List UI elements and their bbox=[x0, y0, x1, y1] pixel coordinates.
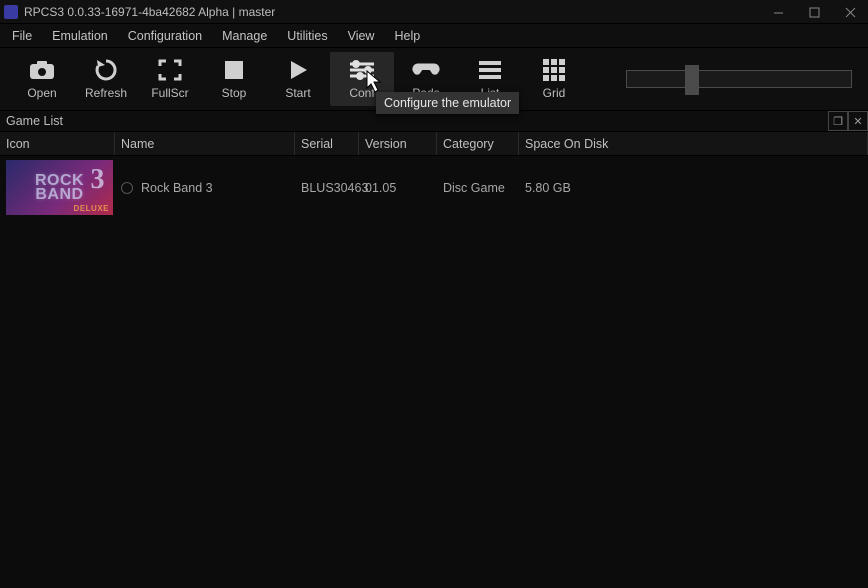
column-version[interactable]: Version bbox=[359, 132, 437, 155]
icon-size-slider[interactable] bbox=[626, 57, 858, 101]
tooltip: Configure the emulator bbox=[376, 92, 519, 114]
game-icon-deluxe: DELUXE bbox=[74, 204, 109, 213]
config-label: Conf bbox=[349, 86, 374, 100]
menu-view[interactable]: View bbox=[338, 24, 385, 47]
game-icon: ROCK BAND 3 DELUXE bbox=[6, 160, 113, 215]
game-serial: BLUS30463 bbox=[295, 177, 359, 199]
list-icon bbox=[476, 58, 504, 82]
game-space: 5.80 GB bbox=[519, 177, 868, 199]
close-button[interactable] bbox=[832, 0, 868, 24]
slider-thumb[interactable] bbox=[685, 65, 699, 95]
start-button[interactable]: Start bbox=[266, 52, 330, 106]
menu-file[interactable]: File bbox=[2, 24, 42, 47]
disc-icon bbox=[121, 182, 133, 194]
grid-icon bbox=[540, 58, 568, 82]
fullscreen-label: FullScr bbox=[151, 86, 188, 100]
panel-detach-button[interactable]: ❐ bbox=[828, 111, 848, 131]
app-icon bbox=[4, 5, 18, 19]
menu-manage[interactable]: Manage bbox=[212, 24, 277, 47]
column-name[interactable]: Name bbox=[115, 132, 295, 155]
panel-title: Game List bbox=[6, 114, 63, 128]
start-label: Start bbox=[285, 86, 310, 100]
game-icon-text-bottom: BAND bbox=[35, 186, 83, 203]
open-label: Open bbox=[27, 86, 56, 100]
titlebar: RPCS3 0.0.33-16971-4ba42682 Alpha | mast… bbox=[0, 0, 868, 24]
play-icon bbox=[284, 58, 312, 82]
camera-icon bbox=[28, 58, 56, 82]
minimize-button[interactable] bbox=[760, 0, 796, 24]
game-icon-number: 3 bbox=[91, 164, 106, 196]
game-row[interactable]: ROCK BAND 3 DELUXE Rock Band 3 BLUS30463… bbox=[0, 156, 868, 219]
open-button[interactable]: Open bbox=[10, 52, 74, 106]
column-category[interactable]: Category bbox=[437, 132, 519, 155]
game-name: Rock Band 3 bbox=[141, 181, 213, 195]
column-space[interactable]: Space On Disk bbox=[519, 132, 868, 155]
stop-button[interactable]: Stop bbox=[202, 52, 266, 106]
window-title: RPCS3 0.0.33-16971-4ba42682 Alpha | mast… bbox=[24, 5, 275, 19]
menubar: File Emulation Configuration Manage Util… bbox=[0, 24, 868, 48]
fullscreen-button[interactable]: FullScr bbox=[138, 52, 202, 106]
sliders-icon bbox=[348, 58, 376, 82]
menu-help[interactable]: Help bbox=[384, 24, 430, 47]
game-list[interactable]: ROCK BAND 3 DELUXE Rock Band 3 BLUS30463… bbox=[0, 156, 868, 588]
column-icon[interactable]: Icon bbox=[0, 132, 115, 155]
grid-label: Grid bbox=[543, 86, 566, 100]
refresh-button[interactable]: Refresh bbox=[74, 52, 138, 106]
fullscreen-icon bbox=[156, 58, 184, 82]
column-serial[interactable]: Serial bbox=[295, 132, 359, 155]
gamepad-icon bbox=[412, 58, 440, 82]
refresh-label: Refresh bbox=[85, 86, 127, 100]
game-category: Disc Game bbox=[437, 177, 519, 199]
column-headers: Icon Name Serial Version Category Space … bbox=[0, 132, 868, 156]
maximize-button[interactable] bbox=[796, 0, 832, 24]
menu-emulation[interactable]: Emulation bbox=[42, 24, 118, 47]
stop-label: Stop bbox=[222, 86, 247, 100]
refresh-icon bbox=[92, 58, 120, 82]
game-version: 01.05 bbox=[359, 177, 437, 199]
stop-icon bbox=[220, 58, 248, 82]
grid-view-button[interactable]: Grid bbox=[522, 52, 586, 106]
menu-utilities[interactable]: Utilities bbox=[277, 24, 337, 47]
menu-configuration[interactable]: Configuration bbox=[118, 24, 212, 47]
panel-close-button[interactable]: ✕ bbox=[848, 111, 868, 131]
